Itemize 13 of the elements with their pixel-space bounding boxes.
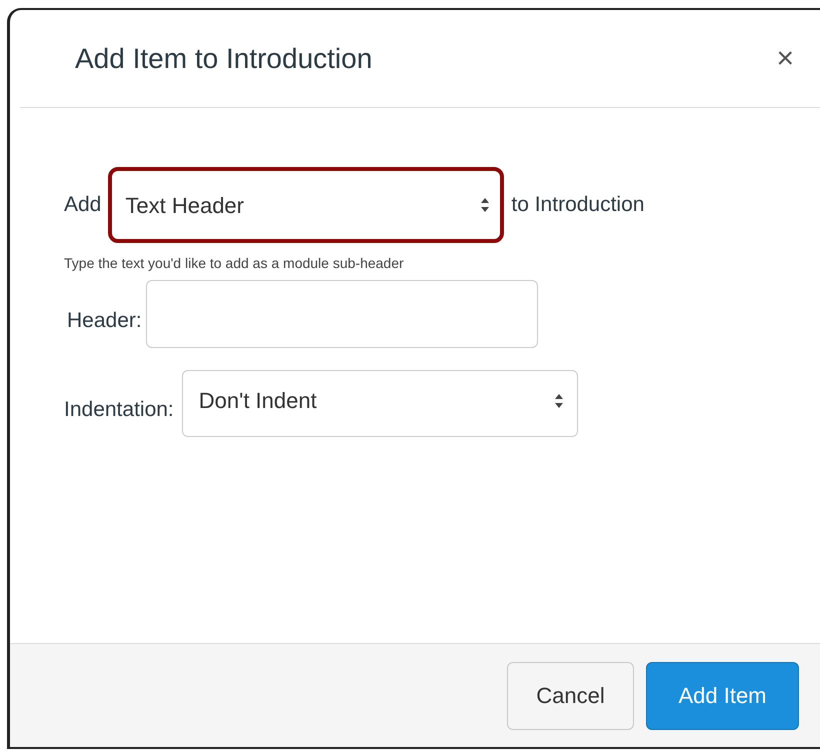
- sort-arrows-icon: [554, 392, 564, 408]
- close-button[interactable]: ×: [776, 44, 794, 74]
- cancel-button[interactable]: Cancel: [507, 662, 634, 730]
- to-label: to Introduction: [511, 192, 644, 218]
- sort-arrows-icon: [480, 197, 490, 213]
- indentation-select[interactable]: Don't Indent: [182, 370, 578, 437]
- item-type-select[interactable]: Text Header: [108, 167, 504, 243]
- indentation-label: Indentation:: [64, 396, 174, 422]
- add-label: Add: [64, 192, 102, 218]
- hint-text: Type the text you'd like to add as a module sub-header: [64, 254, 405, 273]
- header-input[interactable]: [146, 280, 538, 348]
- header-label: Header:: [67, 308, 142, 334]
- dialog-title: Add Item to Introduction: [75, 42, 372, 76]
